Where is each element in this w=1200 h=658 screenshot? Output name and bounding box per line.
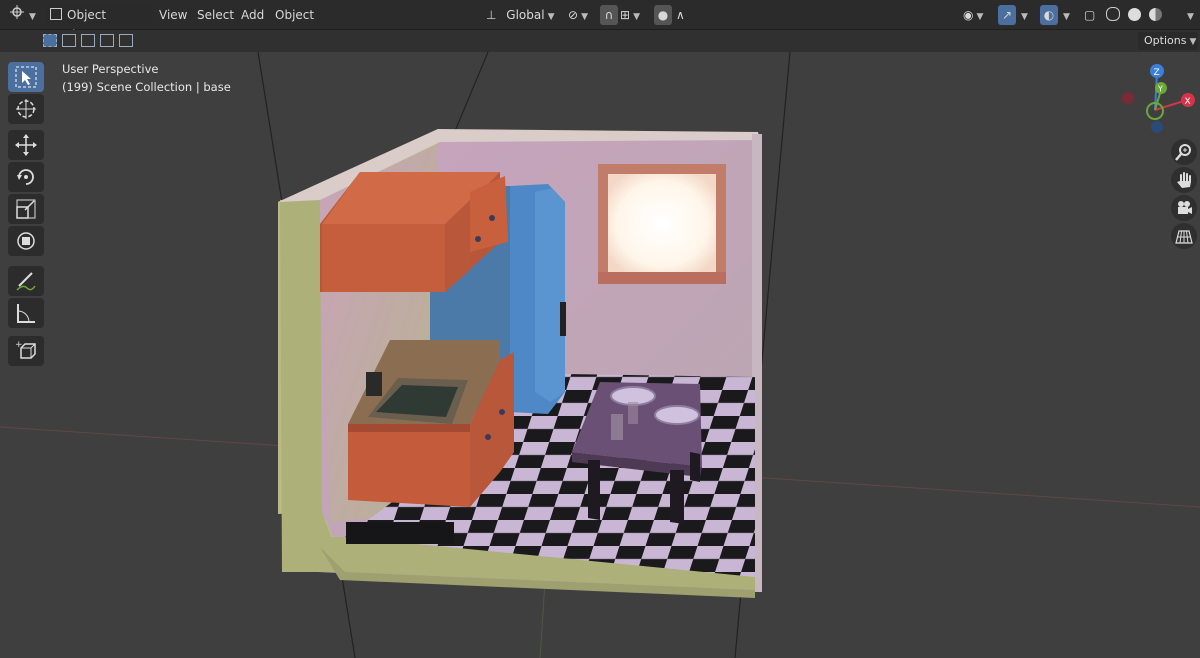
menu-object[interactable]: Object — [275, 5, 314, 25]
rotate-icon — [17, 169, 34, 185]
xray-toggle[interactable]: ▢ — [1084, 5, 1100, 25]
menu-add[interactable]: Add — [241, 5, 264, 25]
annotate-tool[interactable] — [8, 266, 44, 296]
camera-icon — [1178, 201, 1192, 214]
pan-button[interactable] — [1171, 167, 1197, 193]
overlay-toggle[interactable]: ◐ — [1040, 5, 1058, 25]
shading-buttons: ◑ — [1106, 5, 1182, 47]
proportional-toggle[interactable]: ● — [654, 5, 672, 25]
select-intersect-icon[interactable] — [119, 34, 133, 47]
move-icon — [15, 134, 37, 156]
orientation-dropdown[interactable]: ⊥ Global ▼ — [486, 5, 560, 25]
add-cube-tool[interactable]: + — [8, 336, 44, 366]
measure-icon — [17, 304, 35, 323]
select-invert-icon[interactable] — [100, 34, 114, 47]
select-box-icon — [15, 66, 37, 88]
scale-icon — [16, 199, 36, 219]
snap-icon: ⊞ — [620, 8, 631, 22]
gizmo-toggle[interactable]: ↗ — [998, 5, 1016, 25]
neg-x-axis-handle[interactable] — [1122, 92, 1134, 104]
snap-toggle[interactable]: ∩ — [600, 5, 618, 25]
xray-icon: ▢ — [1084, 8, 1096, 22]
transform-icon — [17, 232, 35, 250]
camera-view-button[interactable] — [1171, 195, 1197, 221]
rotate-tool[interactable] — [8, 162, 44, 192]
wireframe-shading-icon[interactable] — [1106, 7, 1120, 21]
tool-settings-bar — [0, 30, 1200, 52]
visibility-dropdown[interactable]: ◉ ▼ — [963, 5, 991, 25]
select-subtract-icon[interactable] — [81, 34, 95, 47]
solid-shading-icon[interactable] — [1127, 8, 1141, 21]
gizmo-icon: ↗ — [1001, 8, 1013, 22]
scale-tool[interactable] — [8, 194, 44, 224]
options-label: Options — [1144, 34, 1187, 47]
transform-tool[interactable] — [8, 226, 44, 256]
select-extend-icon[interactable] — [62, 34, 76, 47]
gizmo-dropdown[interactable]: ▼ — [1018, 5, 1030, 25]
overlay-icon: ◐ — [1043, 8, 1055, 22]
neg-z-axis-handle[interactable] — [1151, 121, 1163, 133]
material-shading-icon[interactable] — [1148, 8, 1162, 21]
overlay-dropdown[interactable]: ▼ — [1060, 5, 1072, 25]
y-axis-label: Y — [1157, 85, 1163, 94]
editor-type-button[interactable]: ▼ — [8, 5, 38, 25]
3d-viewport[interactable] — [0, 52, 1200, 658]
editor-type-icon — [10, 5, 24, 19]
pivot-icon: ⊘ — [568, 8, 579, 22]
select-new-icon[interactable] — [43, 34, 57, 47]
options-dropdown[interactable]: Options ▼ — [1138, 32, 1198, 50]
eye-icon: ◉ — [963, 8, 974, 22]
mode-dropdown[interactable]: Object Mode▼ — [46, 5, 152, 42]
orientation-label: Global — [506, 8, 545, 22]
cursor-tool[interactable] — [8, 94, 44, 124]
falloff-icon: ∧ — [676, 8, 685, 22]
snap-dropdown[interactable]: ⊞ ▼ — [620, 5, 646, 25]
scene-render — [0, 52, 1200, 658]
magnet-icon: ∩ — [604, 8, 614, 22]
menu-view[interactable]: View — [159, 5, 187, 25]
ortho-toggle-button[interactable] — [1171, 223, 1197, 249]
menu-select[interactable]: Select — [197, 5, 234, 25]
perspective-label: User Perspective — [62, 62, 159, 76]
falloff-dropdown[interactable]: ∧ — [676, 5, 694, 25]
navigation-gizmo[interactable]: Z Y X — [1115, 60, 1200, 140]
grid-icon — [1175, 230, 1193, 244]
shading-dropdown[interactable]: ▼ — [1184, 5, 1196, 25]
move-tool[interactable] — [8, 130, 44, 160]
zoom-icon — [1175, 144, 1191, 161]
collection-label: (199) Scene Collection | base — [62, 80, 231, 94]
viewport-header: ▼ Object Mode▼ View Select Add Object ⊥ … — [0, 0, 1200, 47]
proportional-icon: ● — [657, 8, 669, 22]
object-mode-icon — [50, 8, 62, 20]
x-axis-label: X — [1185, 97, 1191, 107]
cursor-icon — [16, 99, 36, 119]
zoom-button[interactable] — [1171, 139, 1197, 165]
orientation-icon: ⊥ — [486, 8, 497, 22]
annotate-icon — [16, 272, 36, 291]
pivot-dropdown[interactable]: ⊘ ▼ — [568, 5, 594, 25]
hand-pan-icon — [1177, 172, 1191, 188]
z-axis-label: Z — [1154, 68, 1160, 78]
svg-text:+: + — [15, 340, 23, 350]
select-box-tool[interactable] — [8, 62, 44, 92]
measure-tool[interactable] — [8, 298, 44, 328]
add-cube-icon: + — [15, 340, 36, 359]
